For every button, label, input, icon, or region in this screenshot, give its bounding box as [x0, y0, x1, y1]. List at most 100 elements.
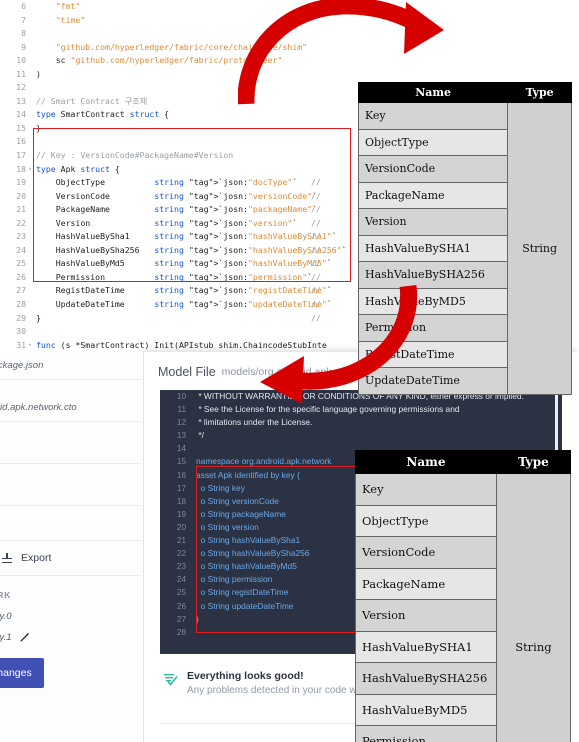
sidebar-item-model-file[interactable]: l File s/org.android.apk.network.cto: [0, 380, 142, 422]
cto-line-code: */: [196, 430, 204, 441]
sidebar-item-access-control[interactable]: s Control :sions.acl: [0, 422, 142, 464]
go-code-line: 31 ▾ func (s *SmartContract) Init(APIstub …: [0, 339, 372, 353]
go-line-code: // Key : VersionCode#PackageName#Version: [36, 150, 234, 161]
go-line-number: 15: [16, 122, 26, 133]
go-code-line: 9 "github.com/hyperledger/fabric/core/ch…: [0, 41, 372, 55]
go-code-line: 6 "fmt": [0, 0, 372, 14]
cto-code-line: 12 * limitations under the License.: [160, 416, 562, 429]
go-line-number: 9: [21, 41, 26, 52]
pencil-icon[interactable]: [19, 632, 30, 643]
go-source-editor[interactable]: 6 "fmt" 7 "time" 8 9 "github.com/hyperledge…: [0, 0, 372, 365]
cto-line-number: 27: [176, 614, 186, 624]
go-code-line: 24 HashValueBySha256 string "tag">`json:…: [0, 244, 372, 258]
go-line-code: }: [36, 122, 41, 133]
deploy-changes-button[interactable]: eploy changes: [0, 658, 44, 688]
go-line-number: 30: [16, 326, 26, 337]
go-code-line: 23 HashValueBySha1 string "tag">`json:"h…: [0, 230, 372, 244]
go-line-number: 24: [16, 244, 26, 255]
column-header-name-2: Name: [355, 450, 497, 474]
sidebar-actions: ld a file... Export: [0, 541, 142, 576]
cto-line-number: 15: [176, 457, 186, 467]
go-line-number: 17: [16, 150, 26, 161]
apk-field-table-top: Name Type Key String ObjectType VersionCode…: [357, 82, 572, 395]
field-name-cell: HashValueBySHA1: [357, 234, 509, 262]
cto-line-number: 17: [176, 483, 186, 493]
sidebar-item-about[interactable]: ME.md, package.json: [0, 352, 142, 380]
cto-line-code: o String hashValueByMd5: [196, 561, 297, 572]
go-line-number: 18: [16, 163, 26, 174]
cto-line-code: * See the License for the specific langu…: [196, 404, 460, 415]
field-name-cell: Key: [355, 473, 497, 506]
go-line-code: HashValueBySha256 string "tag">`json:"ha…: [36, 244, 347, 255]
field-name-cell: UpdateDateTime: [357, 367, 509, 395]
table-body-2: Key String ObjectType VersionCode PackageNam…: [355, 473, 572, 742]
go-code-line: 15}: [0, 122, 372, 136]
go-line-code: HashValueByMd5 string "tag">`json:"hashV…: [36, 258, 332, 269]
cto-line-number: 14: [176, 444, 186, 454]
column-header-type: Type: [507, 82, 572, 103]
sidebar-item-query-file[interactable]: ' File s.qry: [0, 464, 142, 506]
go-line-code: type SmartContract struct {: [36, 109, 170, 120]
cto-line-number: 13: [176, 431, 186, 441]
cto-line-code: namespace org.android.apk.network: [196, 456, 332, 467]
table-header-row-2: Name Type: [355, 450, 572, 474]
sidebar-spacer: [0, 506, 142, 541]
field-type-cell: String: [495, 473, 572, 742]
validation-text-wrap: Everything looks good! Any problems dete…: [187, 670, 370, 696]
cto-line-number: 28: [176, 627, 186, 637]
field-name-cell: Permission: [357, 314, 509, 342]
about-files-label: ME.md, package.json: [0, 360, 44, 371]
go-trailing-comment: //: [311, 285, 321, 296]
field-name-cell: HashValueBySHA1: [355, 630, 497, 663]
go-line-code: RegistDateTime string "tag">`json:"regis…: [36, 285, 332, 296]
cto-code-line: 11 * See the License for the specific la…: [160, 403, 562, 416]
go-line-code: }: [36, 312, 41, 323]
field-name-cell: HashValueBySHA256: [355, 662, 497, 695]
cto-line-number: 21: [176, 536, 186, 546]
go-code-line: 28 UpdateDateTime string "tag">`json:"up…: [0, 298, 372, 312]
field-table-2: Name Type Key String ObjectType VersionCode…: [355, 450, 572, 742]
field-name-cell: VersionCode: [355, 536, 497, 569]
go-code-line: 18 ▾ type Apk struct {: [0, 163, 372, 177]
go-line-code: HashValueBySha1 string "tag">`json:"hash…: [36, 231, 337, 242]
go-trailing-comment: //: [311, 299, 321, 310]
go-line-number: 8: [21, 28, 26, 39]
sidebar-section-label: E NETWORK: [0, 590, 12, 600]
go-line-number: 11: [16, 68, 26, 79]
field-name-cell: RegistDateTime: [357, 340, 509, 368]
download-icon: [2, 552, 13, 564]
go-line-number: 7: [21, 14, 26, 25]
export-button[interactable]: Export: [21, 552, 51, 564]
table-header-row: Name Type: [357, 82, 572, 103]
go-code-line: 17 // Key : VersionCode#PackageName#Versi…: [0, 149, 372, 163]
cto-line-number: 23: [176, 562, 186, 572]
apk-field-table-bottom: Name Type Key String ObjectType VersionCode…: [355, 450, 572, 742]
cto-line-number: 19: [176, 509, 186, 519]
code-fold-arrow-icon[interactable]: ▾: [28, 163, 32, 177]
go-code-line: 8: [0, 27, 372, 41]
model-file-header-label: Model File: [158, 364, 216, 379]
model-file-title: l File: [0, 388, 132, 400]
cto-line-number: 24: [176, 575, 186, 585]
go-code-line: 10 sc "github.com/hyperledger/fabric/pro…: [0, 54, 372, 68]
go-line-number: 25: [16, 258, 26, 269]
go-line-number: 27: [16, 285, 26, 296]
go-line-code: ): [36, 68, 41, 79]
go-line-number: 22: [16, 217, 26, 228]
go-line-number: 31: [16, 339, 26, 350]
field-type-cell: String: [507, 102, 572, 395]
column-header-name: Name: [357, 82, 509, 103]
deploy-version-1: 0.0.2-deploy.1: [0, 627, 142, 648]
go-line-number: 28: [16, 299, 26, 310]
go-line-code: ObjectType string "tag">`json:"docType"`: [36, 177, 298, 188]
field-name-cell: ObjectType: [357, 128, 509, 156]
go-line-code: PackageName string "tag">`josn:"packageN…: [36, 204, 318, 215]
go-code-line: 19 ObjectType string "tag">`json:"docTyp…: [0, 176, 372, 190]
code-fold-arrow-icon[interactable]: ▾: [28, 339, 32, 353]
check-lines-icon: [164, 672, 178, 686]
cto-line-code: o String versionCode: [196, 495, 279, 506]
table-row: Key String: [357, 102, 572, 395]
go-line-number: 23: [16, 231, 26, 242]
go-line-code: UpdateDateTime string "tag">`json:"updat…: [36, 299, 332, 310]
go-trailing-comment: //: [311, 312, 321, 323]
